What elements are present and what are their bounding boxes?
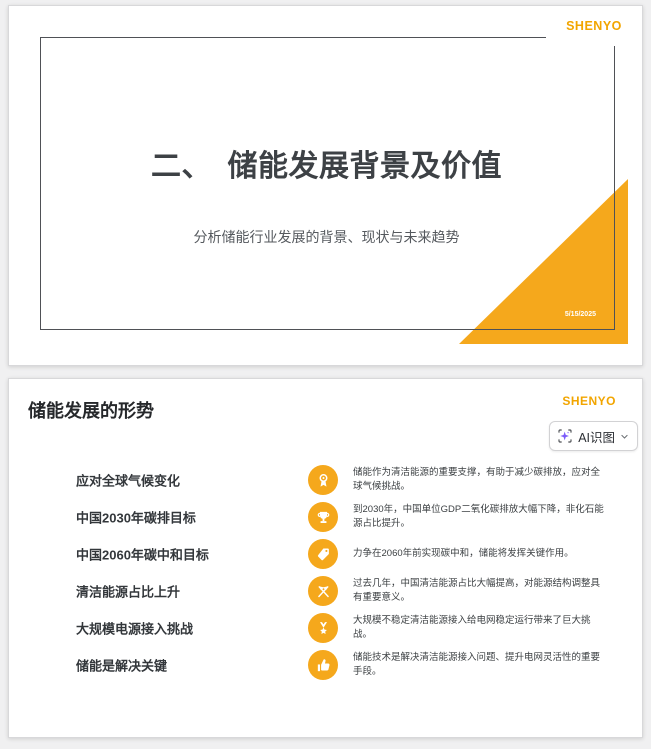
ai-scan-sparkle-icon [557, 428, 573, 444]
list-item-title: 清洁能源占比上升 [76, 584, 181, 600]
list-item-desc: 储能作为清洁能源的重要支撑，有助于减少碳排放，应对全球气候挑战。 [353, 467, 601, 492]
medal-icon [308, 613, 338, 643]
shenyo-logo: SHENYO [566, 19, 622, 33]
ai-button-label: AI识图 [578, 430, 615, 445]
list-item-title: 中国2060年碳中和目标 [76, 547, 209, 563]
list-item-desc: 储能技术是解决清洁能源接入问题、提升电网灵活性的重要手段。 [353, 652, 601, 677]
ai-recognize-button[interactable]: AI识图 [549, 421, 638, 451]
list-item-title: 储能是解决关键 [76, 658, 168, 674]
slide-2-card[interactable]: 储能发展的形势 SHENYO AI识图 应对全球气候变化 储能作为清洁能源的重要… [8, 378, 643, 738]
corner-triangle-shape [459, 179, 628, 344]
list-item-title: 中国2030年碳排目标 [76, 510, 196, 526]
thumbs-up-icon [308, 650, 338, 680]
shenyo-logo: SHENYO [562, 394, 616, 408]
slide-subtitle: 分析储能行业发展的背景、现状与未来趋势 [193, 229, 460, 245]
list-item-title: 大规模电源接入挑战 [76, 621, 194, 637]
slide-heading: 储能发展的形势 [28, 401, 154, 421]
slide-1-card[interactable]: SHENYO 二、 储能发展背景及价值 分析储能行业发展的背景、现状与未来趋势 … [8, 5, 643, 366]
list-item-title: 应对全球气候变化 [76, 473, 181, 489]
tag-icon [308, 539, 338, 569]
list-item-desc: 大规模不稳定清洁能源接入给电网稳定运行带来了巨大挑战。 [353, 615, 591, 640]
list-item-desc: 到2030年，中国单位GDP二氧化碳排放大幅下降，非化石能源占比提升。 [353, 504, 604, 529]
logo-container: SHENYO [546, 6, 642, 46]
list-item-desc: 力争在2060年前实现碳中和，储能将发挥关键作用。 [353, 548, 574, 559]
award-icon [308, 465, 338, 495]
flags-icon [308, 576, 338, 606]
trophy-icon [308, 502, 338, 532]
slide-date: 5/15/2025 [564, 311, 596, 318]
slide-title: 二、 储能发展背景及价值 [151, 150, 502, 183]
list-item-desc: 过去几年，中国清洁能源占比大幅提高，对能源结构调整具有重要意义。 [353, 578, 601, 603]
chevron-down-icon[interactable] [620, 432, 629, 441]
